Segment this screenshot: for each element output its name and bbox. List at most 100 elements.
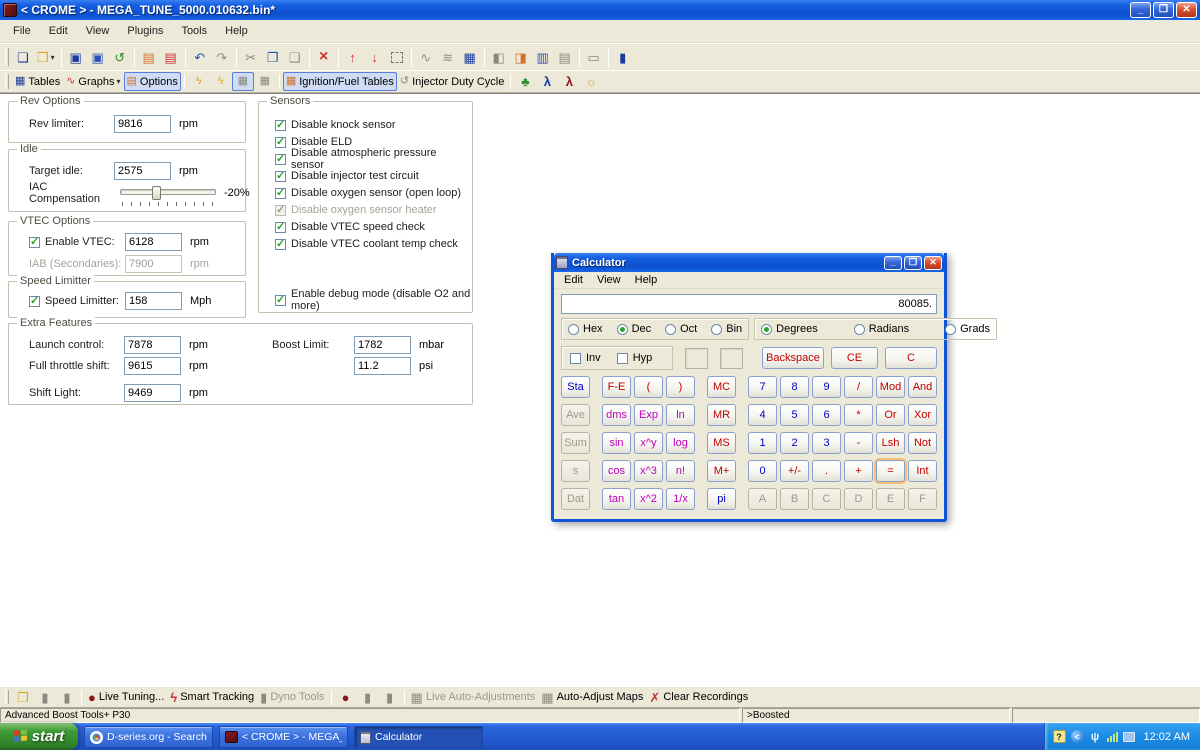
menu-file[interactable]: File	[4, 22, 40, 40]
radio-dec[interactable]: Dec	[617, 323, 652, 335]
revert-button[interactable]: ↺	[109, 46, 131, 68]
tray-display-icon[interactable]	[1123, 732, 1135, 742]
tray-signal-icon[interactable]	[1107, 731, 1118, 742]
calc-key-open-paren[interactable]: (	[634, 376, 663, 398]
enable-vtec-input[interactable]	[125, 233, 182, 251]
calc-key-lsh[interactable]: Lsh	[876, 432, 905, 454]
minimize-button[interactable]: _	[1130, 2, 1151, 18]
calculator-maximize-button[interactable]: ❐	[904, 256, 922, 270]
rev-limiter-input[interactable]	[114, 115, 171, 133]
undo-button[interactable]: ↶	[189, 46, 211, 68]
delete-button[interactable]: ×	[313, 46, 335, 68]
menu-view[interactable]: View	[77, 22, 119, 40]
lambda-target-button[interactable]: λ	[558, 72, 580, 91]
line-graph-button[interactable]: ∿	[415, 46, 437, 68]
inv-checkbox[interactable]	[570, 353, 581, 364]
tuner-wizard-button[interactable]: ☼	[580, 72, 602, 91]
calc-key-equals[interactable]: =	[876, 460, 905, 482]
shift-light-input[interactable]	[124, 384, 181, 402]
calc-key-7[interactable]: 7	[748, 376, 777, 398]
calc-key-and[interactable]: And	[908, 376, 937, 398]
radio-radians[interactable]: Radians	[854, 323, 909, 335]
calc-key-not[interactable]: Not	[908, 432, 937, 454]
boost-tool-1-button[interactable]: ϟ	[188, 72, 210, 91]
new-file-button[interactable]: ❏	[12, 46, 34, 68]
calc-key-close-paren[interactable]: )	[666, 376, 695, 398]
calc-key-backspace[interactable]: Backspace	[762, 347, 824, 369]
start-button[interactable]: start	[0, 723, 78, 750]
options-button[interactable]: ▤ Options	[124, 72, 181, 91]
calc-key-8[interactable]: 8	[780, 376, 809, 398]
open-dropdown-icon[interactable]: ▾	[51, 53, 55, 62]
notes-button[interactable]: ▤	[554, 46, 576, 68]
auto-adjust-maps-button[interactable]: ▦ Auto-Adjust Maps	[538, 686, 646, 708]
disable-eld-checkbox[interactable]	[275, 137, 286, 148]
disable-vtec-coolant-checkbox[interactable]	[275, 239, 286, 250]
fuel-table-small-button[interactable]: ▦	[232, 72, 254, 91]
enable-debug-mode-checkbox[interactable]	[275, 295, 286, 306]
speed-limiter-checkbox[interactable]	[29, 296, 40, 307]
move-up-button[interactable]: ↑	[342, 46, 364, 68]
copy-button[interactable]: ❐	[262, 46, 284, 68]
tray-help-icon[interactable]: ?	[1053, 730, 1066, 743]
calc-key-tan[interactable]: tan	[602, 488, 631, 510]
radio-hex[interactable]: Hex	[568, 323, 603, 335]
bookmark-button[interactable]: ▮	[612, 46, 634, 68]
disable-vtec-speed-checkbox[interactable]	[275, 222, 286, 233]
calc-key-mod[interactable]: Mod	[876, 376, 905, 398]
tables-button[interactable]: ▦ Tables	[12, 72, 63, 91]
move-down-button[interactable]: ↓	[364, 46, 386, 68]
radio-bin[interactable]: Bin	[711, 323, 742, 335]
target-idle-input[interactable]	[114, 162, 171, 180]
ignition-table-small-button[interactable]: ▦	[254, 72, 276, 91]
eco-leaf-button[interactable]: ♣	[514, 72, 536, 91]
calculator-menu-view[interactable]: View	[590, 272, 628, 288]
taskbar-item-crome[interactable]: < CROME > - MEGA_...	[219, 726, 348, 748]
calc-key-sta[interactable]: Sta	[561, 376, 590, 398]
calc-key-subtract[interactable]: -	[844, 432, 873, 454]
calc-key-ms[interactable]: MS	[707, 432, 736, 454]
chip-button[interactable]: ▭	[583, 46, 605, 68]
radio-oct[interactable]: Oct	[665, 323, 697, 335]
calc-key-ce[interactable]: CE	[831, 347, 878, 369]
calc-key-fe[interactable]: F-E	[602, 376, 631, 398]
stop-recording-button[interactable]: ▮	[34, 686, 56, 708]
calc-key-or[interactable]: Or	[876, 404, 905, 426]
inv-checkbox-wrap[interactable]: Inv	[570, 352, 601, 364]
export-rom-button[interactable]: ▤	[138, 46, 160, 68]
capture-button[interactable]: ◨	[510, 46, 532, 68]
calc-key-reciprocal[interactable]: 1/x	[666, 488, 695, 510]
save-recording-button[interactable]: ▮	[56, 686, 78, 708]
hyp-checkbox[interactable]	[617, 353, 628, 364]
calc-key-4[interactable]: 4	[748, 404, 777, 426]
menu-plugins[interactable]: Plugins	[118, 22, 172, 40]
launch-control-input[interactable]	[124, 336, 181, 354]
calc-key-cos[interactable]: cos	[602, 460, 631, 482]
boost-tool-2-button[interactable]: ϟ	[210, 72, 232, 91]
calc-key-9[interactable]: 9	[812, 376, 841, 398]
open-recording-button[interactable]: ❒	[12, 686, 34, 708]
datalog-button[interactable]: ◧	[488, 46, 510, 68]
disable-atmospheric-pressure-checkbox[interactable]	[275, 154, 286, 165]
radio-grads[interactable]: Grads	[945, 323, 990, 335]
menu-edit[interactable]: Edit	[40, 22, 77, 40]
smart-tracking-button[interactable]: ϟ Smart Tracking	[167, 686, 257, 708]
calc-key-sign[interactable]: +/-	[780, 460, 809, 482]
ignition-fuel-tables-button[interactable]: ▦ Ignition/Fuel Tables	[283, 72, 397, 91]
calc-key-1[interactable]: 1	[748, 432, 777, 454]
hyp-checkbox-wrap[interactable]: Hyp	[617, 352, 653, 364]
close-rom-button[interactable]: ▤	[160, 46, 182, 68]
iac-compensation-slider[interactable]	[120, 186, 216, 200]
save-as-button[interactable]: ▣	[87, 46, 109, 68]
calc-key-multiply[interactable]: *	[844, 404, 873, 426]
compare-window-button[interactable]: ▥	[532, 46, 554, 68]
surface-graph-button[interactable]: ≋	[437, 46, 459, 68]
boost-limit-mbar-input[interactable]	[354, 336, 411, 354]
restore-button[interactable]: ❐	[1153, 2, 1174, 18]
speed-limiter-input[interactable]	[125, 292, 182, 310]
table-3d-button[interactable]: ▦	[459, 46, 481, 68]
calc-key-mc[interactable]: MC	[707, 376, 736, 398]
radio-degrees[interactable]: Degrees	[761, 323, 818, 335]
tray-messenger-icon[interactable]: <	[1071, 730, 1084, 743]
calc-key-int[interactable]: Int	[908, 460, 937, 482]
